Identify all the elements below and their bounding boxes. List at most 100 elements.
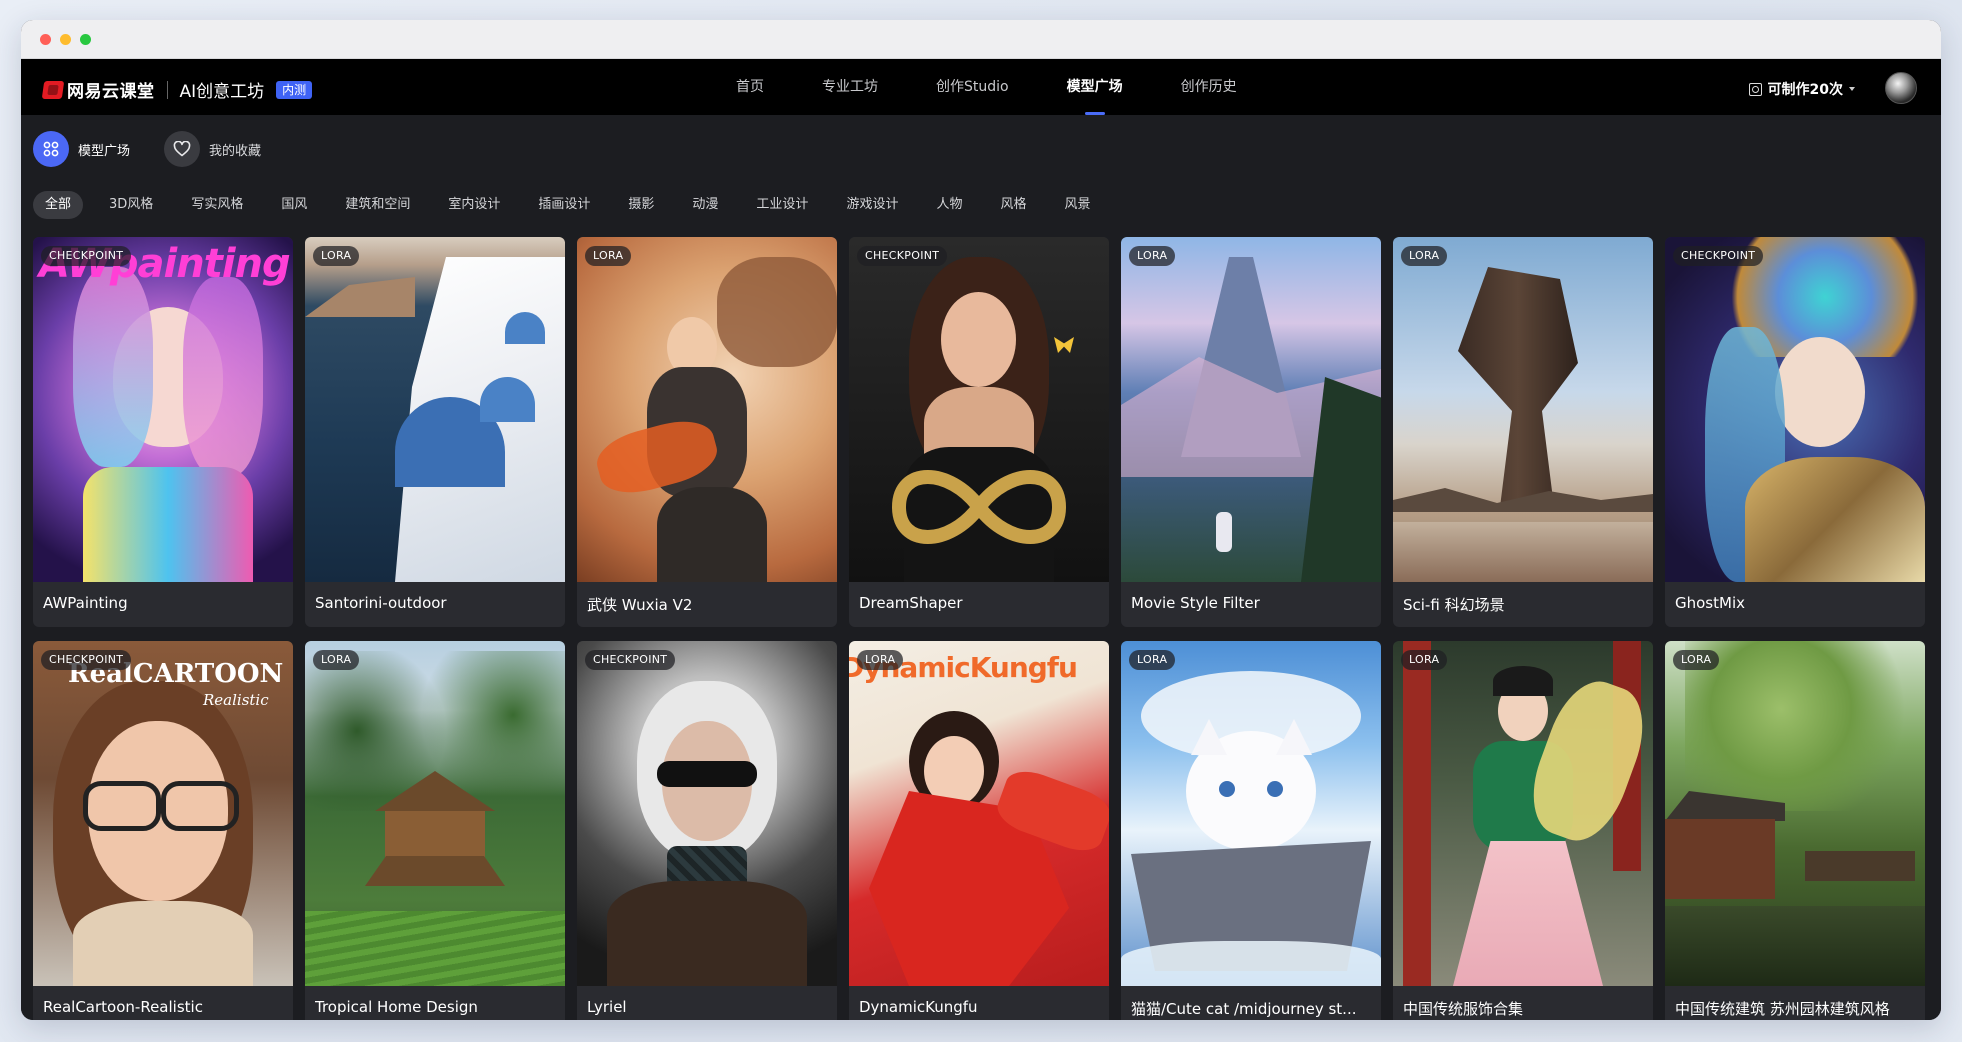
nav-studio[interactable]: 创作Studio bbox=[936, 59, 1009, 115]
model-type-badge: LORA bbox=[1401, 650, 1448, 670]
model-type-badge: LORA bbox=[313, 650, 360, 670]
sub-tabs: 模型广场 我的收藏 bbox=[33, 131, 295, 167]
model-type-badge: LORA bbox=[1401, 246, 1448, 266]
category-filter-bar: 全部 3D风格 写实风格 国风 建筑和空间 室内设计 插画设计 摄影 动漫 工业… bbox=[33, 191, 1129, 219]
model-type-badge: CHECKPOINT bbox=[41, 650, 132, 670]
chevron-down-icon bbox=[1849, 87, 1855, 91]
model-title: DynamicKungfu bbox=[859, 998, 978, 1016]
model-card-dreamshaper[interactable]: CHECKPOINT DreamShaper bbox=[849, 237, 1109, 627]
category-all[interactable]: 全部 bbox=[33, 191, 84, 219]
model-card-tropical-home[interactable]: LORA Tropical Home Design bbox=[305, 641, 565, 1020]
beta-badge: 内测 bbox=[276, 80, 313, 99]
model-thumbnail bbox=[577, 641, 837, 986]
model-card-cute-cat[interactable]: LORA 猫猫/Cute cat /midjourney st... bbox=[1121, 641, 1381, 1020]
logo-text: 网易云课堂 bbox=[67, 82, 155, 102]
category-industrial[interactable]: 工业设计 bbox=[756, 191, 808, 219]
model-type-badge: CHECKPOINT bbox=[585, 650, 676, 670]
user-avatar[interactable] bbox=[1885, 72, 1917, 104]
model-thumbnail bbox=[1393, 641, 1653, 986]
model-thumbnail bbox=[1665, 641, 1925, 986]
model-thumbnail bbox=[1393, 237, 1653, 582]
model-type-badge: LORA bbox=[1129, 650, 1176, 670]
model-title: 猫猫/Cute cat /midjourney st... bbox=[1131, 1000, 1357, 1018]
nav-model-plaza[interactable]: 模型广场 bbox=[1067, 59, 1123, 115]
model-title: RealCartoon-Realistic bbox=[43, 998, 203, 1016]
netease-logo-icon bbox=[41, 80, 65, 99]
grid-icon bbox=[33, 131, 69, 167]
category-interior[interactable]: 室内设计 bbox=[448, 191, 500, 219]
maximize-window-button[interactable] bbox=[80, 34, 91, 45]
model-card-awpainting[interactable]: AWpainting CHECKPOINT AWPainting bbox=[33, 237, 293, 627]
model-title: 中国传统服饰合集 bbox=[1403, 1000, 1524, 1018]
main-nav: 首页 专业工坊 创作Studio 模型广场 创作历史 bbox=[736, 59, 1295, 115]
model-thumbnail bbox=[849, 237, 1109, 582]
subtab-model-plaza[interactable]: 模型广场 bbox=[33, 131, 130, 167]
model-type-badge: LORA bbox=[1129, 246, 1176, 266]
model-type-badge: LORA bbox=[313, 246, 360, 266]
model-thumbnail bbox=[577, 237, 837, 582]
model-card-realcartoon[interactable]: RealCARTOON Realistic CHECKPOINT RealCar… bbox=[33, 641, 293, 1020]
quota-dropdown[interactable]: 可制作20次 bbox=[1748, 79, 1855, 99]
logo-divider bbox=[166, 80, 168, 99]
subtab-label: 我的收藏 bbox=[209, 143, 262, 159]
model-thumbnail bbox=[1121, 641, 1381, 986]
model-thumbnail bbox=[305, 237, 565, 582]
category-illustration[interactable]: 插画设计 bbox=[538, 191, 590, 219]
model-type-badge: CHECKPOINT bbox=[41, 246, 132, 266]
model-title: DreamShaper bbox=[859, 594, 963, 612]
infinity-symbol-icon bbox=[891, 470, 1067, 544]
subtab-label: 模型广场 bbox=[78, 143, 131, 159]
nav-pro-workshop[interactable]: 专业工坊 bbox=[822, 59, 878, 115]
model-card-lyriel[interactable]: CHECKPOINT Lyriel bbox=[577, 641, 837, 1020]
heart-icon bbox=[164, 131, 201, 167]
model-type-badge: LORA bbox=[585, 246, 632, 266]
model-card-ghostmix[interactable]: CHECKPOINT GhostMix bbox=[1665, 237, 1925, 627]
model-card-suzhou-garden[interactable]: LORA 中国传统建筑 苏州园林建筑风格 bbox=[1665, 641, 1925, 1020]
category-realistic[interactable]: 写实风格 bbox=[191, 191, 243, 219]
model-card-movie-style[interactable]: LORA Movie Style Filter bbox=[1121, 237, 1381, 627]
category-style[interactable]: 风格 bbox=[1000, 191, 1026, 219]
model-type-badge: CHECKPOINT bbox=[857, 246, 948, 266]
model-title: Movie Style Filter bbox=[1131, 594, 1260, 612]
quota-label: 可制作20次 bbox=[1767, 82, 1843, 98]
nav-history[interactable]: 创作历史 bbox=[1181, 59, 1237, 115]
model-title: Lyriel bbox=[587, 998, 627, 1016]
product-name: AI创意工坊 bbox=[179, 82, 265, 102]
model-title: Sci-fi 科幻场景 bbox=[1403, 596, 1505, 614]
category-people[interactable]: 人物 bbox=[936, 191, 962, 219]
model-type-badge: LORA bbox=[857, 650, 904, 670]
top-header: 网易云课堂 AI创意工坊 内测 首页 专业工坊 创作Studio 模型广场 创作… bbox=[21, 59, 1941, 115]
model-type-badge: CHECKPOINT bbox=[1673, 246, 1764, 266]
model-title: 武侠 Wuxia V2 bbox=[587, 596, 693, 614]
category-anime[interactable]: 动漫 bbox=[692, 191, 718, 219]
minimize-window-button[interactable] bbox=[60, 34, 71, 45]
model-thumbnail: AWpainting bbox=[33, 237, 293, 582]
model-card-wuxia[interactable]: LORA 武侠 Wuxia V2 bbox=[577, 237, 837, 627]
model-type-badge: LORA bbox=[1673, 650, 1720, 670]
model-title: GhostMix bbox=[1675, 594, 1745, 612]
model-card-dynamickungfu[interactable]: DynamicKungfu LORA DynamicKungfu bbox=[849, 641, 1109, 1020]
close-window-button[interactable] bbox=[40, 34, 51, 45]
subtab-favorites[interactable]: 我的收藏 bbox=[164, 131, 261, 167]
model-card-hanfu[interactable]: LORA 中国传统服饰合集 bbox=[1393, 641, 1653, 1020]
category-game[interactable]: 游戏设计 bbox=[846, 191, 898, 219]
model-title: Santorini-outdoor bbox=[315, 594, 447, 612]
model-thumbnail bbox=[1665, 237, 1925, 582]
nav-home[interactable]: 首页 bbox=[736, 59, 764, 115]
model-thumbnail: DynamicKungfu bbox=[849, 641, 1109, 986]
category-architecture[interactable]: 建筑和空间 bbox=[345, 191, 410, 219]
model-title: Tropical Home Design bbox=[315, 998, 478, 1016]
window-chrome bbox=[21, 20, 1941, 59]
model-art-subtext: Realistic bbox=[203, 691, 269, 709]
app-root: 网易云课堂 AI创意工坊 内测 首页 专业工坊 创作Studio 模型广场 创作… bbox=[21, 59, 1941, 1020]
category-landscape[interactable]: 风景 bbox=[1064, 191, 1090, 219]
brand[interactable]: 网易云课堂 AI创意工坊 内测 bbox=[41, 77, 313, 102]
category-3d[interactable]: 3D风格 bbox=[109, 191, 153, 219]
category-photography[interactable]: 摄影 bbox=[628, 191, 654, 219]
model-title: 中国传统建筑 苏州园林建筑风格 bbox=[1675, 1000, 1890, 1018]
model-thumbnail bbox=[1121, 237, 1381, 582]
model-card-santorini[interactable]: LORA Santorini-outdoor bbox=[305, 237, 565, 627]
category-guofeng[interactable]: 国风 bbox=[281, 191, 307, 219]
model-thumbnail bbox=[305, 641, 565, 986]
model-card-scifi[interactable]: LORA Sci-fi 科幻场景 bbox=[1393, 237, 1653, 627]
